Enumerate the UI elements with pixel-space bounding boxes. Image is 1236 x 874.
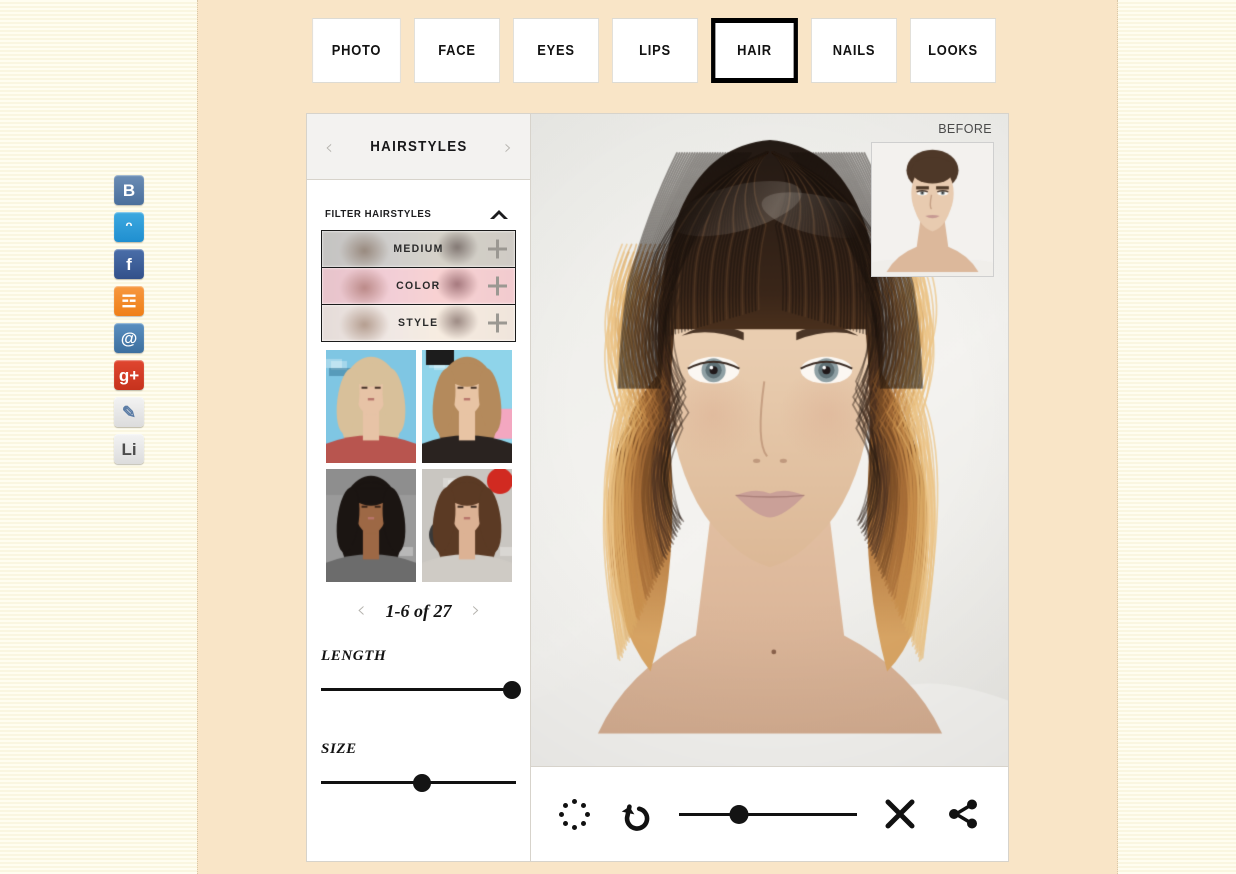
next-category-arrow[interactable]: › [504,137,512,157]
hairstyles-sidebar: ‹ HAIRSTYLES › FILTER HAIRSTYLES MEDIUM C… [307,114,531,861]
tab-nails[interactable]: NAILS [811,18,897,83]
social-odnoklassniki-icon[interactable]: ☲ [114,286,144,316]
length-slider-label: LENGTH [321,648,387,664]
filter-row-label: COLOR [396,280,441,292]
filter-add-icon[interactable] [488,239,507,259]
before-photo-image [872,143,993,276]
social-facebook-icon[interactable]: f [114,249,144,279]
hairstyle-thumb-4[interactable] [421,469,512,582]
tab-photo[interactable]: PHOTO [312,18,401,83]
slider-block-length: LENGTH [321,648,522,699]
pagination: ‹ 1-6 of 27 › [307,600,530,622]
social-vk-icon[interactable]: B [114,175,144,205]
social-livejournal-icon[interactable]: ✎ [114,397,144,427]
before-thumbnail[interactable] [871,142,994,277]
social-googleplus-icon[interactable]: g+ [114,360,144,390]
sidebar-header: ‹ HAIRSTYLES › [307,114,530,180]
hairstyle-thumb-1[interactable] [325,350,416,463]
filter-row-medium[interactable]: MEDIUM [322,231,515,268]
size-slider-label: SIZE [321,741,357,757]
share-icon[interactable] [944,795,982,833]
size-slider[interactable] [321,772,516,792]
filter-row-label: MEDIUM [393,243,444,255]
tab-label: LIPS [639,42,671,59]
dotted-circle-icon[interactable] [557,797,591,831]
opacity-slider-track [678,813,857,816]
tab-face[interactable]: FACE [414,18,500,83]
tab-label: FACE [438,42,476,59]
pagination-label: 1-6 of 27 [385,600,452,621]
filter-header: FILTER HAIRSTYLES [307,180,530,230]
hairstyle-thumb-2[interactable] [421,350,512,463]
sidebar-title: HAIRSTYLES [369,138,468,155]
hairstyle-thumb-3[interactable] [325,469,416,582]
opacity-slider-handle[interactable] [729,805,749,824]
prev-category-arrow[interactable]: ‹ [325,137,333,157]
social-mailru-icon[interactable]: @ [114,323,144,353]
filter-add-icon[interactable] [488,313,507,333]
tab-label: EYES [537,42,575,59]
photo-canvas[interactable]: BEFORE [531,114,1008,767]
tab-label: PHOTO [331,42,382,59]
filter-hairstyles-label: FILTER HAIRSTYLES [325,208,432,220]
main-area: BEFORE [531,114,1008,861]
hairstyle-thumbnail-grid [307,350,530,582]
length-slider-handle[interactable] [503,681,522,699]
sidebar-sliders: LENGTH SIZE [307,622,530,834]
opacity-slider[interactable] [678,804,857,824]
social-liveinternet-icon[interactable]: Li [114,434,144,464]
filter-rows: MEDIUM COLOR STYLE [321,230,516,342]
social-share-rail: Bᵔ f ☲ @ g+ ✎ Li [114,175,144,471]
filter-row-style[interactable]: STYLE [322,305,515,341]
bottom-toolbar [531,767,1008,861]
chevron-up-icon[interactable] [490,209,508,220]
size-slider-handle[interactable] [413,774,432,792]
tab-looks[interactable]: LOOKS [910,18,996,83]
main-tabs: PHOTO FACE EYES LIPS HAIR NAILS LOOKS [306,18,1003,83]
app-window: ‹ HAIRSTYLES › FILTER HAIRSTYLES MEDIUM C… [306,113,1009,862]
pagination-next-icon[interactable]: › [472,600,481,622]
tab-lips[interactable]: LIPS [612,18,698,83]
tab-eyes[interactable]: EYES [513,18,599,83]
page-root: Bᵔ f ☲ @ g+ ✎ Li PHOTO FACE EYES LIPS HAIR NAILS LOO… [0,0,1236,874]
pagination-prev-icon[interactable]: ‹ [357,600,366,622]
filter-row-label: STYLE [398,317,439,329]
before-label: BEFORE [938,122,992,136]
filter-row-color[interactable]: COLOR [322,268,515,305]
filter-add-icon[interactable] [488,276,507,296]
length-slider[interactable] [321,679,522,699]
undo-icon[interactable] [616,795,654,833]
social-twitter-icon[interactable]: ᵔ [114,212,144,242]
close-icon[interactable] [881,795,919,833]
tab-hair[interactable]: HAIR [711,18,798,83]
tab-label: NAILS [832,42,876,59]
length-slider-track [321,688,516,691]
tab-label: LOOKS [928,42,978,59]
slider-block-size: SIZE [321,741,516,792]
tab-label: HAIR [737,42,772,59]
